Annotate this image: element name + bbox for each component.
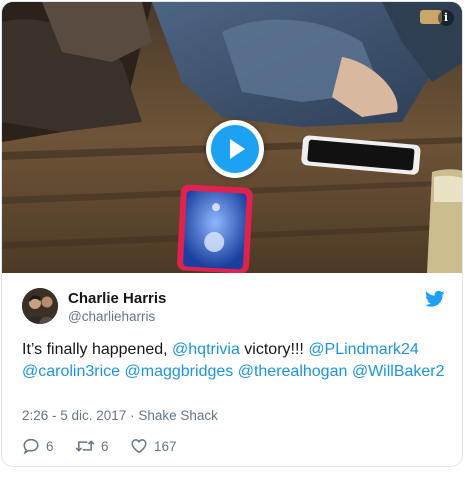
mention-link[interactable]: @carolin3rice [22, 363, 120, 380]
tweet-meta: 2:26 - 5 dic. 2017 · Shake Shack [22, 408, 218, 423]
author-name[interactable]: Charlie Harris [68, 290, 166, 307]
play-icon [211, 125, 259, 173]
like-count: 167 [154, 438, 177, 454]
heart-icon [131, 439, 147, 454]
reply-count: 6 [46, 438, 54, 454]
play-button[interactable] [206, 120, 264, 178]
twitter-bird-icon[interactable] [425, 290, 445, 308]
meta-separator: · [130, 408, 135, 423]
timestamp[interactable]: 2:26 - 5 dic. 2017 [22, 408, 126, 423]
mention-link[interactable]: @hqtrivia [172, 341, 240, 358]
mention-link[interactable]: @PLindmark24 [308, 341, 419, 358]
retweet-icon [75, 440, 95, 452]
text-segment: victory!!! [239, 341, 309, 358]
location-link[interactable]: Shake Shack [138, 408, 218, 423]
mention-link[interactable]: @maggbridges [125, 363, 234, 380]
retweet-count: 6 [101, 438, 109, 454]
avatar[interactable] [22, 288, 58, 324]
like-button[interactable]: 167 [130, 436, 177, 456]
video-thumbnail[interactable]: i [2, 2, 462, 273]
info-icon[interactable]: i [438, 10, 454, 26]
tweet-text: It’s finally happened, @hqtrivia victory… [22, 339, 447, 383]
reply-icon [23, 438, 39, 455]
author-handle[interactable]: @charlieharris [68, 309, 155, 324]
reply-button[interactable]: 6 [22, 436, 54, 456]
mention-link[interactable]: @WillBaker2 [352, 363, 445, 380]
text-segment: It’s finally happened, [22, 341, 173, 358]
embedded-tweet-card: i Charlie Harris @charlieharris It’s fin… [1, 1, 463, 467]
mention-link[interactable]: @therealhogan [238, 363, 348, 380]
tweet-header: Charlie Harris @charlieharris [22, 286, 447, 328]
retweet-button[interactable]: 6 [75, 436, 109, 456]
